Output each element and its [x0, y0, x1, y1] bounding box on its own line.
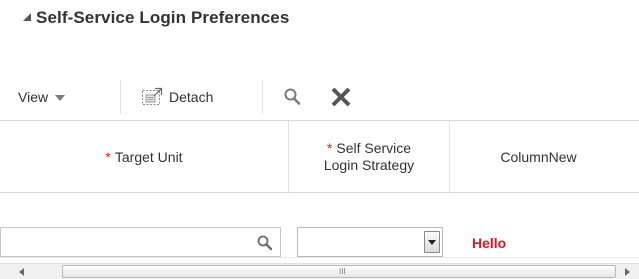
target-unit-input[interactable]: [0, 227, 281, 257]
column-label-line1: Self Service: [336, 140, 412, 156]
scrollbar-thumb[interactable]: III: [62, 265, 616, 278]
login-strategy-select[interactable]: [297, 227, 443, 257]
scrollbar-grip: III: [339, 267, 346, 276]
view-menu-button[interactable]: View: [18, 86, 66, 108]
chevron-down-icon: [55, 95, 66, 101]
detach-icon: [141, 87, 163, 107]
required-marker: *: [105, 148, 111, 165]
scroll-right-icon[interactable]: [625, 268, 630, 276]
search-icon[interactable]: [256, 234, 274, 252]
column-label: ColumnNew: [500, 148, 577, 165]
table-row[interactable]: Hello: [0, 193, 639, 258]
column-label: Target Unit: [114, 148, 183, 165]
detach-button[interactable]: Detach: [141, 84, 213, 110]
table-header-row: * Target Unit * Self Service Login Strateg…: [0, 120, 639, 193]
toolbar-divider: [262, 80, 263, 114]
close-icon[interactable]: [330, 86, 352, 108]
column-new-value: Hello: [472, 235, 507, 251]
preferences-table: * Target Unit * Self Service Login Strateg…: [0, 120, 639, 279]
column-header-target-unit[interactable]: * Target Unit: [0, 121, 288, 193]
column-header-column-new[interactable]: ColumnNew: [449, 121, 627, 193]
scroll-left-icon[interactable]: [19, 268, 24, 276]
table-toolbar: View Detach: [0, 74, 639, 120]
view-label: View: [18, 89, 49, 105]
toolbar-divider: [120, 80, 121, 114]
search-icon[interactable]: [283, 86, 303, 108]
horizontal-scrollbar[interactable]: III: [0, 263, 639, 279]
section-title: Self-Service Login Preferences: [36, 8, 290, 27]
page: Self-Service Login Preferences View Deta…: [0, 0, 639, 279]
collapse-triangle-icon[interactable]: [23, 13, 31, 21]
required-marker: *: [326, 140, 333, 156]
column-header-login-strategy[interactable]: * Self Service Login Strategy: [288, 121, 449, 193]
detach-label: Detach: [169, 89, 214, 105]
dropdown-arrow-icon[interactable]: [424, 231, 440, 253]
column-label-line2: Login Strategy: [323, 157, 415, 173]
